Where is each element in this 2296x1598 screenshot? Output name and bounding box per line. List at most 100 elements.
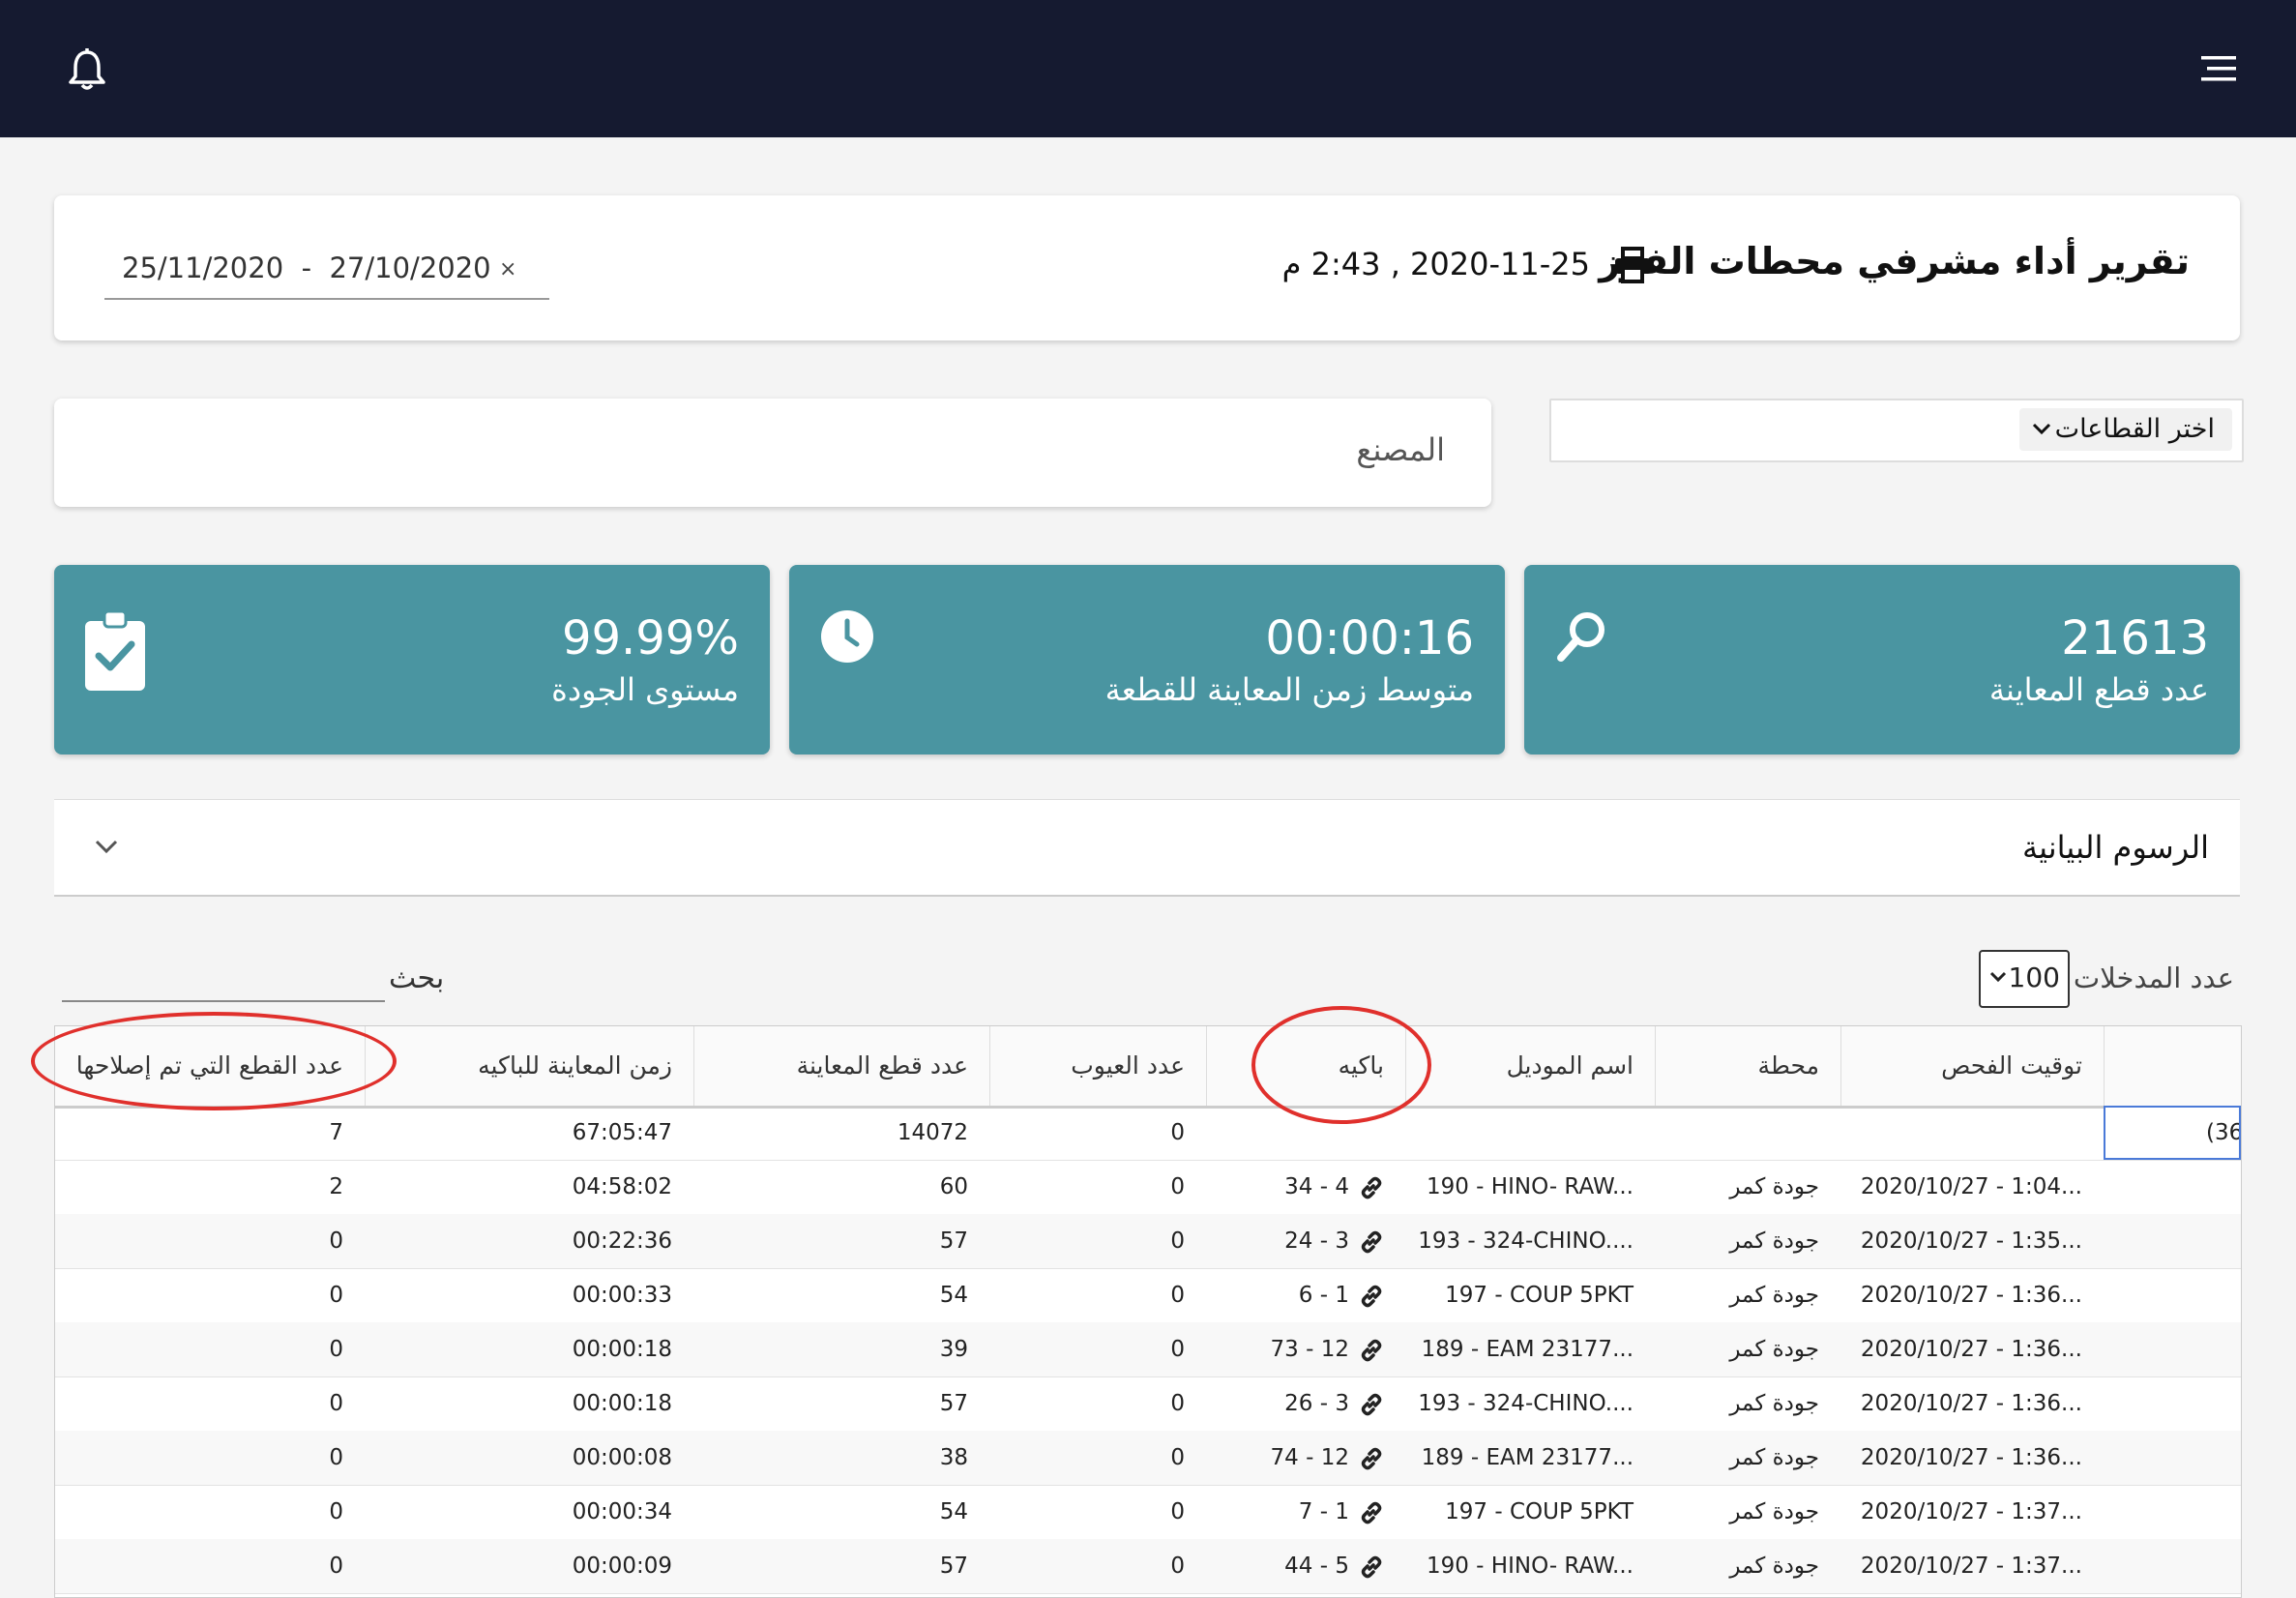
report-table: توقيت الفحص محطة اسم الموديل باكيه عدد ا…: [54, 1025, 2242, 1598]
bundle-link-text[interactable]: 34 - 4: [1284, 1174, 1349, 1199]
cell-defects: 0: [1170, 1228, 1185, 1254]
stat-label: مستوى الجودة: [551, 671, 739, 708]
clipboard-check-icon: [85, 611, 145, 691]
cell-bundle[interactable]: 7 - 1: [1206, 1485, 1405, 1539]
cell-pieces: 57: [939, 1391, 968, 1416]
cell-pieces: 38: [939, 1445, 968, 1470]
table-row[interactable]: 2020/10/27 - 1:37... جودة كمر 190 - HINO…: [55, 1539, 2241, 1594]
bundle-link-text[interactable]: 7 - 1: [1299, 1499, 1349, 1524]
cell-model-name: 189 - EAM 23177...: [1421, 1445, 1634, 1470]
stat-value: 99.99%: [561, 611, 739, 666]
cell-model-name: 193 - 324-CHINO....: [1418, 1391, 1634, 1416]
bundle-link-text[interactable]: 73 - 12: [1271, 1337, 1349, 1362]
link-icon[interactable]: [1359, 1554, 1384, 1580]
table-row[interactable]: 2020/10/27 - 1:35... جودة كمر 193 - 324-…: [55, 1214, 2241, 1269]
stat-label: عدد قطع المعاينة: [1988, 671, 2209, 708]
cell-station: جودة كمر: [1729, 1445, 1819, 1470]
link-icon[interactable]: [1359, 1229, 1384, 1255]
cell-defects: 0: [1170, 1391, 1185, 1416]
hamburger-menu-icon[interactable]: [2201, 54, 2236, 83]
column-header-defects[interactable]: عدد العيوب: [989, 1026, 1206, 1106]
table-row[interactable]: 2020/10/27 - 1:04... جودة كمر 190 - HINO…: [55, 1160, 2241, 1215]
link-icon[interactable]: [1359, 1392, 1384, 1417]
stat-value: 21613: [2061, 611, 2209, 666]
table-row[interactable]: 2020/10/27 - 1:37... جودة كمر 197 - COUP…: [55, 1485, 2241, 1540]
bundle-link-text[interactable]: 24 - 3: [1284, 1228, 1349, 1254]
total-pieces: 14072: [897, 1120, 968, 1145]
table-row[interactable]: 2020/10/27 - 1:36... جودة كمر 189 - EAM …: [55, 1431, 2241, 1486]
table-row[interactable]: 2020/10/27 - 1:36... جودة كمر 193 - 324-…: [55, 1376, 2241, 1432]
cell-repaired: 0: [329, 1391, 343, 1416]
cell-bundle[interactable]: 73 - 12: [1206, 1322, 1405, 1376]
clear-date-icon[interactable]: ×: [499, 257, 516, 281]
cell-inspection-time: 2020/10/27 - 1:37...: [1860, 1554, 2082, 1579]
entries-per-page-select[interactable]: 100: [1979, 950, 2070, 1008]
annotation-ring-repaired-column: [31, 1012, 397, 1110]
date-range-picker[interactable]: 25/11/2020 - 27/10/2020 ×: [104, 250, 549, 300]
column-header-station[interactable]: محطة: [1655, 1026, 1840, 1106]
link-icon[interactable]: [1359, 1338, 1384, 1363]
link-icon[interactable]: [1359, 1500, 1384, 1525]
cell-bundle[interactable]: 34 - 4: [1206, 1160, 1405, 1214]
bundle-link-text[interactable]: 26 - 3: [1284, 1391, 1349, 1416]
bundle-link-text[interactable]: 44 - 5: [1284, 1554, 1349, 1579]
link-icon[interactable]: [1359, 1284, 1384, 1309]
cell-bundle[interactable]: 74 - 12: [1206, 1431, 1405, 1485]
charts-collapsible[interactable]: الرسوم البيانية: [54, 799, 2240, 897]
top-navbar: [0, 0, 2296, 137]
search-label: بحث: [389, 962, 445, 995]
column-header-model-name[interactable]: اسم الموديل: [1405, 1026, 1655, 1106]
total-defects: 0: [1170, 1120, 1185, 1145]
table-row[interactable]: 2020/10/27 - 1:36... جودة كمر 197 - COUP…: [55, 1268, 2241, 1323]
sectors-dropdown[interactable]: اختر القطاعات: [2019, 408, 2232, 451]
sectors-dropdown-label: اختر القطاعات: [2054, 414, 2215, 444]
cell-bundle[interactable]: 6 - 1: [1206, 1268, 1405, 1322]
cell-inspection-time: 2020/10/27 - 1:35...: [1860, 1228, 2082, 1254]
cell-inspection-time: 2020/10/27 - 1:36...: [1860, 1445, 2082, 1470]
cell-pieces: 60: [939, 1174, 968, 1199]
cell-model-name: 197 - COUP 5PKT: [1445, 1283, 1634, 1308]
clock-icon: [821, 610, 873, 663]
column-header-bundle-inspection-time[interactable]: زمن المعاينة للباكيه: [365, 1026, 693, 1106]
bell-icon[interactable]: [66, 46, 108, 93]
column-header-inspected-pieces[interactable]: عدد قطع المعاينة: [693, 1026, 989, 1106]
link-icon[interactable]: [1359, 1446, 1384, 1471]
cell-bundle[interactable]: 44 - 5: [1206, 1539, 1405, 1593]
cell-defects: 0: [1170, 1554, 1185, 1579]
cell-station: جودة كمر: [1729, 1283, 1819, 1308]
column-header-inspection-time[interactable]: توقيت الفحص: [1840, 1026, 2104, 1106]
cell-inspection-time: 2020/10/27 - 1:04...: [1860, 1174, 2082, 1199]
search-input[interactable]: [62, 956, 385, 1002]
cell-duration: 00:00:33: [572, 1283, 672, 1308]
cell-station: جودة كمر: [1729, 1174, 1819, 1199]
stat-card-quality-level: 99.99% مستوى الجودة: [54, 565, 770, 755]
total-filter-input[interactable]: (36: [2104, 1106, 2241, 1160]
link-icon[interactable]: [1359, 1175, 1384, 1200]
cell-inspection-time: 2020/10/27 - 1:36...: [1860, 1337, 2082, 1362]
cell-pieces: 57: [939, 1554, 968, 1579]
cell-repaired: 0: [329, 1445, 343, 1470]
date-range-text: 25/11/2020 - 27/10/2020: [122, 252, 491, 284]
report-timestamp: 2020-11-25 , 2:43 م: [1281, 246, 1590, 282]
cell-defects: 0: [1170, 1499, 1185, 1524]
cell-duration: 00:00:34: [572, 1499, 672, 1524]
entries-value: 100: [2008, 962, 2060, 993]
printer-icon[interactable]: [1613, 246, 1652, 284]
cell-inspection-time: 2020/10/27 - 1:36...: [1860, 1391, 2082, 1416]
cell-bundle[interactable]: 24 - 3: [1206, 1214, 1405, 1268]
charts-label: الرسوم البيانية: [2021, 829, 2209, 866]
bundle-link-text[interactable]: 6 - 1: [1299, 1283, 1349, 1308]
bundle-link-text[interactable]: 74 - 12: [1271, 1445, 1349, 1470]
report-header-card: تقرير أداء مشرفي محطات الفرز 2020-11-25 …: [54, 195, 2240, 340]
cell-defects: 0: [1170, 1337, 1185, 1362]
cell-station: جودة كمر: [1729, 1499, 1819, 1524]
table-row[interactable]: 2020/10/27 - 1:36... جودة كمر 189 - EAM …: [55, 1322, 2241, 1377]
cell-defects: 0: [1170, 1174, 1185, 1199]
column-header-select[interactable]: [2104, 1026, 2241, 1106]
cell-duration: 00:00:18: [572, 1391, 672, 1416]
cell-inspection-time: 2020/10/27 - 1:36...: [1860, 1283, 2082, 1308]
cell-defects: 0: [1170, 1445, 1185, 1470]
factory-filter[interactable]: المصنع: [54, 399, 1491, 507]
cell-bundle[interactable]: 26 - 3: [1206, 1376, 1405, 1431]
chevron-down-icon[interactable]: [93, 833, 120, 860]
